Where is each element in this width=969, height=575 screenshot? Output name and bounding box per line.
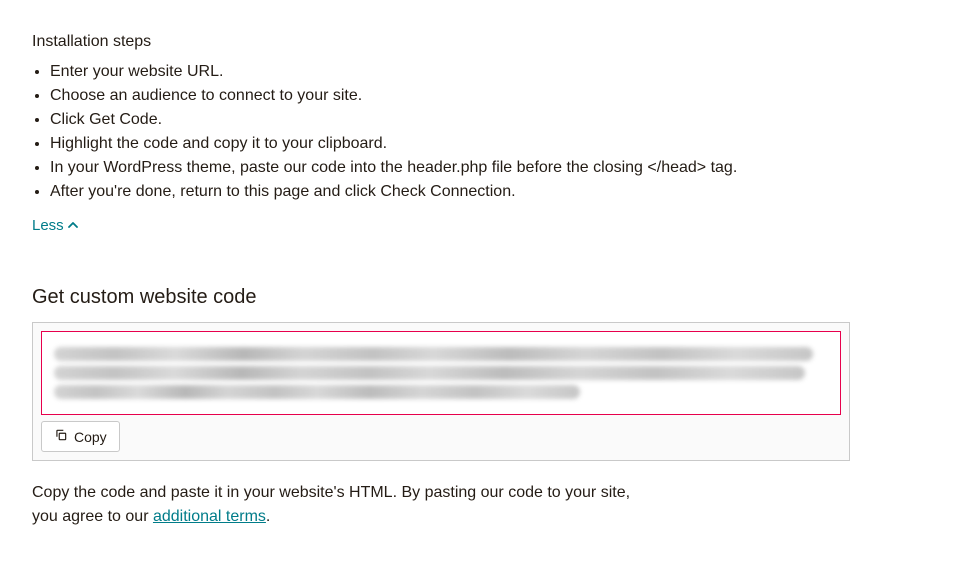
footer-note: Copy the code and paste it in your websi… <box>32 481 732 529</box>
installation-steps-list: Enter your website URL. Choose an audien… <box>32 60 937 204</box>
blurred-code-line <box>54 366 805 380</box>
code-snippet-area[interactable] <box>41 331 841 415</box>
list-item: Click Get Code. <box>50 108 937 132</box>
blurred-code-line <box>54 347 813 361</box>
less-label: Less <box>32 215 64 238</box>
less-toggle[interactable]: Less <box>32 215 78 238</box>
footer-line2-suffix: . <box>266 508 270 525</box>
code-box: Copy <box>32 322 850 461</box>
list-item: Enter your website URL. <box>50 60 937 84</box>
footer-line1: Copy the code and paste it in your websi… <box>32 484 630 501</box>
list-item: Highlight the code and copy it to your c… <box>50 132 937 156</box>
code-section-title: Get custom website code <box>32 282 937 312</box>
installation-heading: Installation steps <box>32 30 937 54</box>
copy-button[interactable]: Copy <box>41 421 120 452</box>
blurred-code-line <box>54 385 580 399</box>
installation-section: Installation steps Enter your website UR… <box>32 30 937 238</box>
copy-label: Copy <box>74 429 107 445</box>
chevron-up-icon <box>68 215 78 238</box>
footer-line2-prefix: you agree to our <box>32 508 153 525</box>
copy-icon <box>54 428 68 445</box>
list-item: Choose an audience to connect to your si… <box>50 84 937 108</box>
list-item: After you're done, return to this page a… <box>50 180 937 204</box>
list-item: In your WordPress theme, paste our code … <box>50 156 937 180</box>
additional-terms-link[interactable]: additional terms <box>153 508 266 525</box>
